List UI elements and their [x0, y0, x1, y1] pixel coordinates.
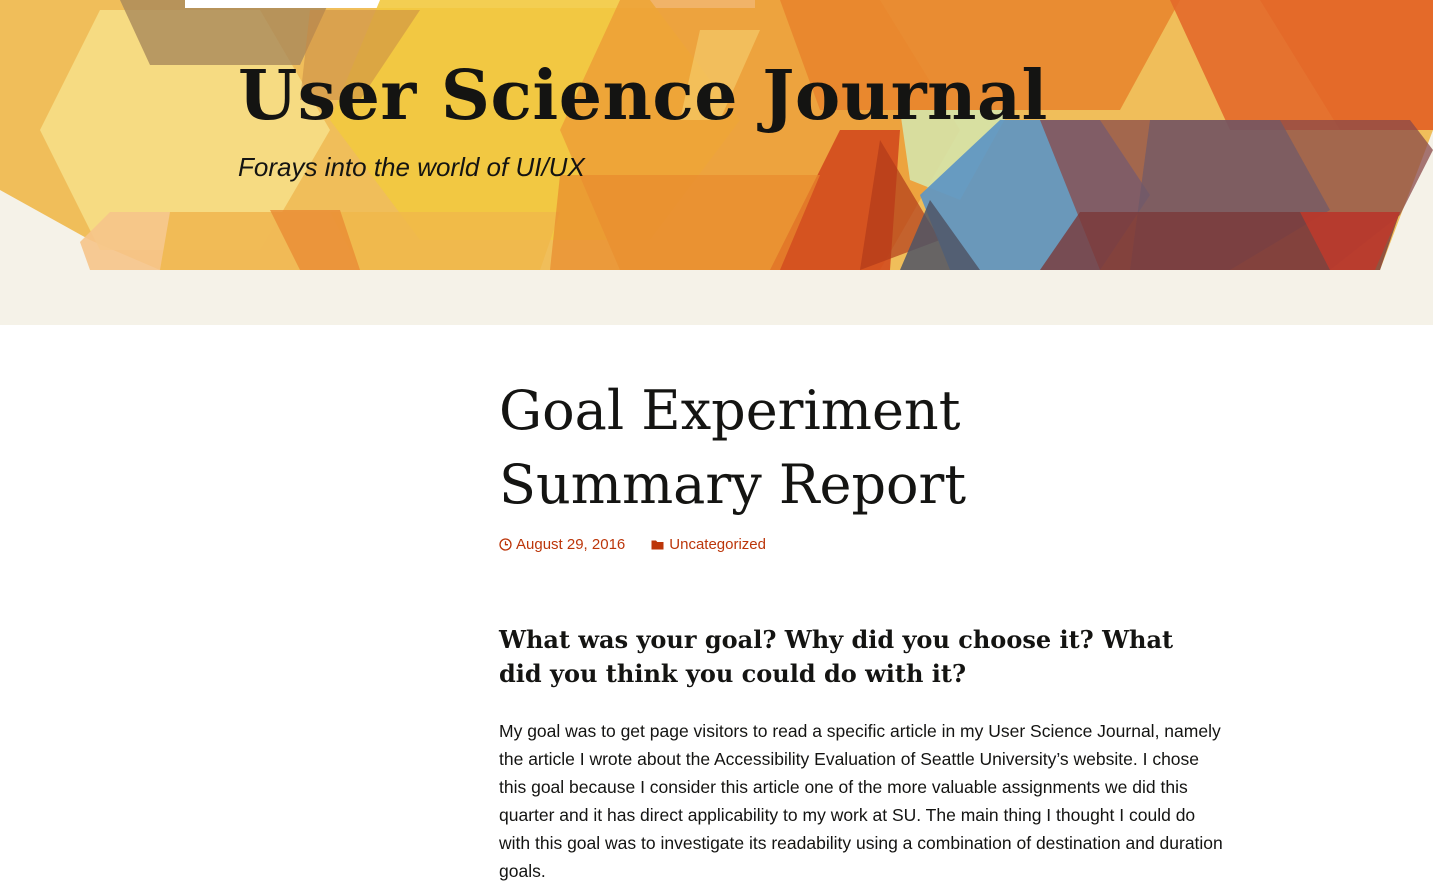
- clock-icon: [499, 538, 512, 551]
- entry-meta: August 29, 2016 Uncategorized: [499, 536, 1224, 553]
- header-hexagon-artwork: [0, 0, 1433, 270]
- site-tagline: Forays into the world of UI/UX: [238, 152, 585, 182]
- site-title[interactable]: User Science Journal: [238, 62, 1048, 130]
- section-heading: What was your goal? Why did you choose i…: [499, 625, 1174, 688]
- post-date-link[interactable]: August 29, 2016: [499, 536, 625, 553]
- article-title: Goal Experiment Summary Report: [499, 379, 967, 516]
- folder-icon: [651, 539, 665, 550]
- site-header: User Science Journal Forays into the wor…: [0, 0, 1433, 325]
- body-paragraph: My goal was to get page visitors to read…: [499, 721, 1223, 881]
- article: Goal Experiment Summary Report August 29…: [499, 374, 1224, 885]
- category-label: Uncategorized: [669, 536, 766, 553]
- category-link[interactable]: Uncategorized: [651, 536, 766, 553]
- post-date: August 29, 2016: [516, 536, 626, 553]
